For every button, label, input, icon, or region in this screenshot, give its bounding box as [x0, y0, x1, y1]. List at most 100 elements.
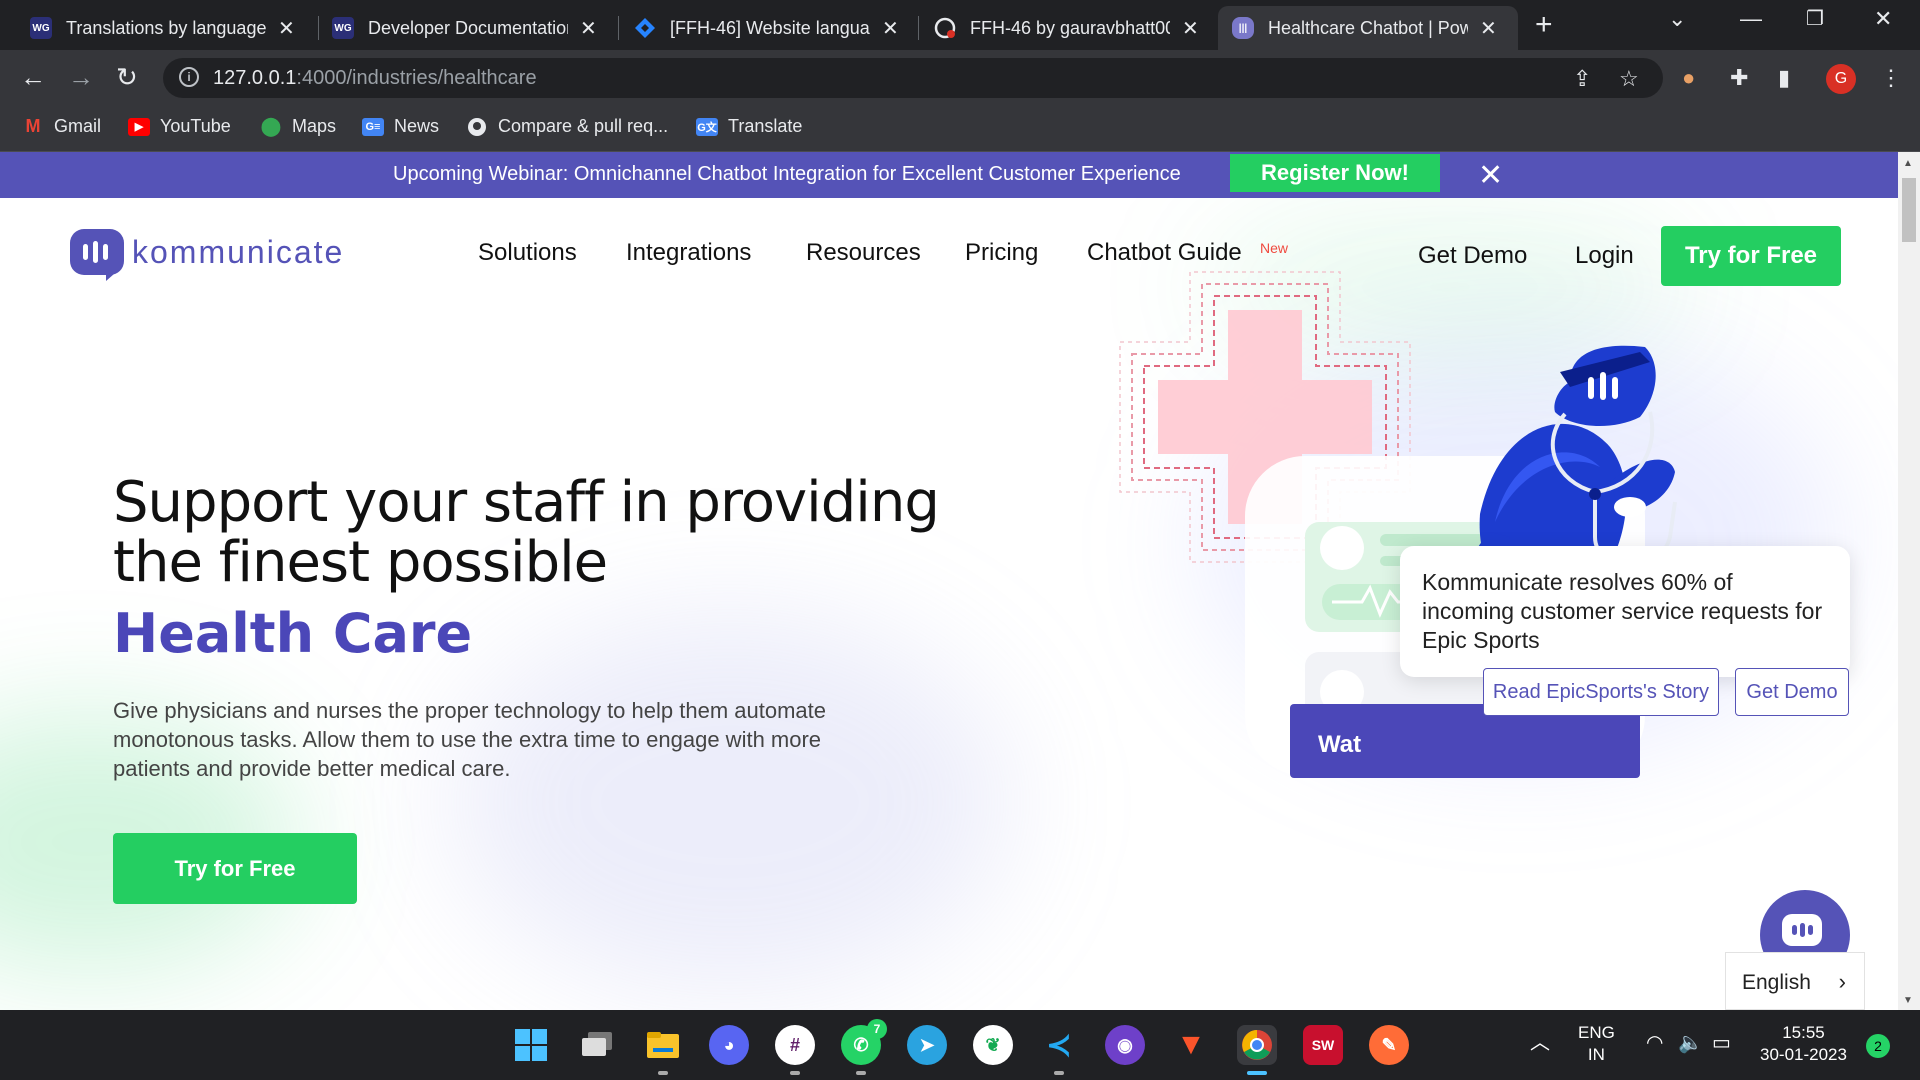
try-for-free-hero-button[interactable]: Try for Free	[113, 833, 357, 904]
share-icon[interactable]: ⇪	[1573, 66, 1591, 92]
bookmark-translate[interactable]: G文 Translate	[696, 116, 802, 137]
close-icon[interactable]: ✕	[882, 16, 899, 41]
jira-icon	[634, 17, 656, 39]
minimize-icon[interactable]: —	[1740, 6, 1762, 32]
background-glow	[450, 612, 1010, 992]
brave-icon[interactable]: ▼	[1171, 1025, 1211, 1065]
hero-title-line-1: Support your staff in providing	[113, 470, 940, 535]
new-tab-plus-icon[interactable]: +	[1535, 8, 1553, 42]
system-clock[interactable]: 15:55 30-01-2023	[1760, 1022, 1847, 1066]
scroll-up-arrow-icon[interactable]: ▲	[1903, 158, 1913, 169]
whatsapp-badge: 7	[867, 1019, 887, 1039]
page-scrollbar[interactable]: ▲ ▼	[1898, 152, 1920, 1010]
site-info-icon[interactable]: i	[179, 67, 199, 87]
weglot-icon: WG	[30, 17, 52, 39]
side-panel-icon[interactable]: ▮	[1778, 65, 1790, 91]
page-viewport: Upcoming Webinar: Omnichannel Chatbot In…	[0, 152, 1920, 1010]
back-arrow-icon[interactable]: ←	[20, 62, 46, 93]
bookmark-label: Maps	[292, 116, 337, 136]
tab-translations[interactable]: WG Translations by languages ✕	[16, 6, 316, 50]
postman-icon[interactable]: ✎	[1369, 1025, 1409, 1065]
weglot-icon: WG	[332, 17, 354, 39]
scrollbar-thumb[interactable]	[1902, 178, 1916, 242]
reload-icon[interactable]: ↻	[116, 62, 138, 93]
windows-start-icon[interactable]	[511, 1025, 551, 1065]
close-icon[interactable]: ✕	[278, 16, 295, 41]
youtube-icon: ▶	[128, 117, 150, 136]
logo-wordmark: kommunicate	[132, 233, 345, 270]
nav-solutions[interactable]: Solutions	[478, 239, 577, 267]
profile-avatar[interactable]: G	[1826, 64, 1856, 94]
kommunicate-logo-icon	[70, 229, 124, 281]
bookmark-news[interactable]: G≡ News	[362, 116, 439, 137]
bookmark-star-icon[interactable]: ☆	[1619, 66, 1639, 92]
close-icon[interactable]: ✕	[1182, 16, 1199, 41]
tab-title: [FFH-46] Website language	[670, 17, 870, 38]
nav-pricing[interactable]: Pricing	[965, 239, 1038, 267]
cookie-extension-icon[interactable]: ●	[1682, 65, 1695, 91]
translate-icon: G文	[696, 117, 718, 136]
address-bar[interactable]: i 127.0.0.1:4000/industries/healthcare ⇪…	[163, 58, 1663, 98]
forward-arrow-icon[interactable]: →	[68, 62, 94, 93]
notification-badge[interactable]: 2	[1866, 1034, 1890, 1058]
scroll-down-arrow-icon[interactable]: ▼	[1903, 995, 1913, 1006]
close-icon[interactable]: ✕	[580, 16, 597, 41]
nav-resources[interactable]: Resources	[806, 239, 921, 267]
epic-sports-story-card: Kommunicate resolves 60% of incoming cus…	[1400, 546, 1850, 677]
telegram-icon[interactable]: ➤	[907, 1025, 947, 1065]
webinar-banner: Upcoming Webinar: Omnichannel Chatbot In…	[0, 152, 1898, 198]
task-view-icon[interactable]	[577, 1025, 617, 1065]
windows-taskbar: ◕ # ✆ 7 ➤ ❦ ≺ ◉ ▼ SW ✎ ︿ ENG IN ◠ 🔈 ▭ 15:…	[0, 1010, 1920, 1080]
github-icon	[466, 117, 488, 136]
tab-title: Developer Documentation	[368, 17, 568, 38]
news-icon: G≡	[362, 117, 384, 136]
tab-search-chevron-icon[interactable]: ⌄	[1668, 6, 1686, 32]
volume-icon[interactable]: 🔈	[1678, 1032, 1703, 1054]
language-selector[interactable]: English ›	[1725, 952, 1865, 1010]
input-language-indicator[interactable]: ENG IN	[1578, 1022, 1615, 1066]
tab-healthcare-chatbot[interactable]: ||| Healthcare Chatbot | Pow ✕	[1218, 6, 1518, 50]
vscode-icon[interactable]: ≺	[1039, 1025, 1079, 1075]
banner-close-icon[interactable]: ✕	[1478, 158, 1503, 193]
get-demo-button[interactable]: Get Demo	[1735, 668, 1849, 716]
file-explorer-icon[interactable]	[643, 1025, 683, 1075]
gmail-icon: M	[25, 116, 41, 136]
tab-strip: WG Translations by languages ✕ WG Develo…	[0, 0, 1920, 50]
bookmark-maps[interactable]: ⬤ Maps	[260, 116, 336, 137]
browser-toolbar: ← → ↻ i 127.0.0.1:4000/industries/health…	[0, 50, 1920, 106]
menu-kebab-icon[interactable]: ⋮	[1880, 65, 1902, 91]
bookmark-gmail[interactable]: M Gmail	[22, 116, 102, 137]
window-close-icon[interactable]: ✕	[1874, 6, 1892, 32]
close-icon[interactable]: ✕	[1480, 16, 1497, 41]
whatsapp-icon[interactable]: ✆ 7	[841, 1019, 887, 1075]
tab-separator	[618, 16, 619, 40]
restore-icon[interactable]: ❐	[1806, 6, 1824, 31]
tab-jira[interactable]: [FFH-46] Website language ✕	[620, 6, 920, 50]
bookmark-compare-pull[interactable]: Compare & pull req...	[466, 116, 668, 137]
mongodb-compass-icon[interactable]: ❦	[973, 1025, 1013, 1065]
solidworks-icon[interactable]: SW	[1303, 1025, 1343, 1065]
github-desktop-icon[interactable]: ◉	[1105, 1025, 1145, 1065]
extensions-puzzle-icon[interactable]: ✚	[1730, 65, 1748, 91]
wifi-icon[interactable]: ◠	[1646, 1032, 1663, 1054]
slack-icon[interactable]: #	[775, 1025, 815, 1075]
bookmark-youtube[interactable]: ▶ YouTube	[128, 116, 231, 137]
nav-integrations[interactable]: Integrations	[626, 239, 751, 267]
region-code: IN	[1587, 1045, 1605, 1064]
tab-developer-docs[interactable]: WG Developer Documentation ✕	[318, 6, 618, 50]
language-label: English	[1742, 971, 1811, 994]
register-now-button[interactable]: Register Now!	[1230, 154, 1440, 192]
chrome-icon[interactable]	[1237, 1025, 1277, 1075]
site-logo[interactable]: kommunicate	[70, 229, 345, 281]
url-text: 127.0.0.1:4000/industries/healthcare	[213, 67, 537, 89]
read-epic-sports-story-button[interactable]: Read EpicSports's Story	[1483, 668, 1719, 716]
clock-date: 30-01-2023	[1760, 1045, 1847, 1064]
tab-title: FFH-46 by gauravbhatt00	[970, 17, 1170, 38]
chevron-right-icon: ›	[1838, 969, 1846, 994]
tray-overflow-chevron-icon[interactable]: ︿	[1530, 1032, 1550, 1054]
hero-description: Give physicians and nurses the proper te…	[113, 698, 826, 781]
tab-github[interactable]: FFH-46 by gauravbhatt00 ✕	[920, 6, 1220, 50]
battery-icon[interactable]: ▭	[1712, 1032, 1731, 1054]
discord-icon[interactable]: ◕	[709, 1025, 749, 1065]
webinar-text: Upcoming Webinar: Omnichannel Chatbot In…	[393, 163, 1181, 185]
